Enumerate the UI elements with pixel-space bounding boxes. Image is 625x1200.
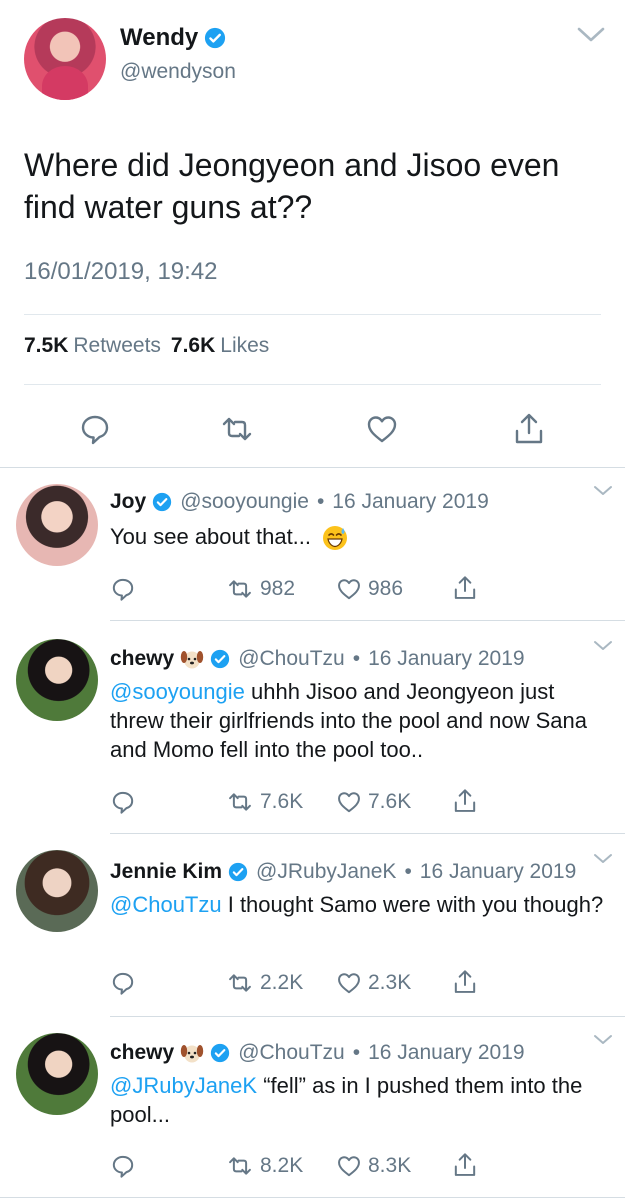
like-icon: [338, 973, 360, 994]
retweet-icon[interactable]: [220, 412, 254, 446]
chevron-down-icon[interactable]: [592, 639, 614, 653]
like-icon: [338, 792, 360, 813]
retweet-count: 2.2K: [260, 971, 304, 994]
likes-label: Likes: [220, 334, 270, 357]
tweet-text: Where did Jeongyeon and Jisoo even find …: [24, 147, 560, 225]
reply-date[interactable]: 16 January 2019: [368, 647, 524, 671]
retweet-action[interactable]: 2.2K: [226, 970, 303, 996]
tweet-timestamp[interactable]: 16/01/2019, 19:42: [24, 258, 218, 286]
reply-date[interactable]: 16 January 2019: [332, 490, 488, 514]
tweet-stats: 7.5K Retweets 7.6K Likes: [24, 334, 269, 358]
author-name[interactable]: Wendy: [120, 24, 198, 52]
sweat-smile-emoji: [323, 526, 348, 551]
avatar[interactable]: [16, 1033, 98, 1115]
retweets-count: 7.5K: [24, 334, 69, 357]
mention-link[interactable]: @sooyoungie: [110, 679, 245, 704]
reply-text: You see about that...: [110, 522, 610, 552]
author-handle[interactable]: @wendyson: [120, 60, 236, 84]
reply-text: @JRubyJaneK “fell” as in I pushed them i…: [110, 1071, 610, 1129]
divider: [24, 314, 601, 315]
chevron-down-icon[interactable]: [592, 852, 614, 866]
likes-count: 7.6K: [170, 334, 216, 357]
retweet-icon: [229, 974, 251, 992]
like-icon: [338, 579, 360, 600]
like-icon[interactable]: [365, 412, 399, 446]
share-icon[interactable]: [452, 1151, 478, 1179]
dog-face-emoji: [181, 651, 204, 669]
verified-badge-icon: [153, 492, 172, 512]
reply-text: @sooyoungie uhhh Jisoo and Jeongyeon jus…: [110, 677, 610, 764]
retweet-count: 982: [260, 577, 296, 600]
avatar[interactable]: [16, 639, 98, 721]
reply-icon[interactable]: [110, 1153, 136, 1179]
chevron-down-icon[interactable]: [592, 1033, 614, 1047]
retweet-action[interactable]: 8.2K: [226, 1153, 303, 1179]
meta-separator: •: [404, 860, 412, 883]
reply-tweet[interactable]: chewy @ChouTzu • 16 January 2019 @JRubyJ…: [0, 1017, 625, 1200]
retweet-icon: [229, 580, 251, 598]
reply-text-content: I thought Samo were with you though?: [221, 892, 604, 917]
like-count: 7.6K: [368, 790, 412, 813]
like-count: 8.3K: [368, 1154, 412, 1177]
mention-link[interactable]: @JRubyJaneK: [110, 1073, 257, 1098]
reply-author-handle[interactable]: @sooyoungie: [180, 490, 309, 514]
retweets-label: Retweets: [73, 334, 161, 357]
share-icon[interactable]: [452, 787, 478, 815]
reply-tweet[interactable]: Joy @sooyoungie • 16 January 2019 You se…: [0, 468, 625, 620]
retweets-stat[interactable]: 7.5K Retweets: [24, 334, 161, 358]
verified-badge-icon: [228, 862, 248, 882]
main-tweet: Wendy @wendyson Where did Jeongyeon and …: [0, 0, 625, 468]
chevron-down-icon[interactable]: [592, 484, 614, 498]
reply-date[interactable]: 16 January 2019: [420, 860, 576, 884]
reply-tweet[interactable]: chewy @ChouTzu • 16 January 2019 @sooyou…: [0, 621, 625, 833]
retweet-icon: [229, 793, 251, 811]
reply-icon[interactable]: [110, 576, 136, 602]
verified-badge-icon: [211, 649, 230, 669]
retweet-count: 7.6K: [260, 790, 304, 813]
like-action[interactable]: 8.3K: [336, 1153, 411, 1179]
retweet-icon: [229, 1157, 251, 1175]
avatar[interactable]: [24, 18, 106, 100]
dog-face-emoji: [181, 1045, 204, 1063]
reply-author-name[interactable]: Joy: [110, 490, 146, 514]
reply-icon[interactable]: [110, 789, 136, 815]
verified-badge-icon: [205, 27, 226, 49]
reply-author-handle[interactable]: @ChouTzu: [238, 1041, 345, 1065]
verified-badge-icon: [211, 1043, 230, 1063]
reply-author-name[interactable]: Jennie Kim: [110, 860, 222, 884]
share-icon[interactable]: [452, 574, 478, 602]
reply-text: @ChouTzu I thought Samo were with you th…: [110, 890, 610, 919]
like-action[interactable]: 7.6K: [336, 789, 411, 815]
retweet-action[interactable]: 7.6K: [226, 789, 303, 815]
mention-link[interactable]: @ChouTzu: [110, 892, 222, 917]
avatar[interactable]: [16, 850, 98, 932]
retweet-action[interactable]: 982: [226, 576, 295, 602]
reply-icon[interactable]: [110, 970, 136, 996]
like-icon: [338, 1156, 360, 1177]
reply-date[interactable]: 16 January 2019: [368, 1041, 524, 1065]
divider: [24, 384, 601, 385]
share-icon[interactable]: [512, 412, 546, 446]
like-count: 986: [368, 577, 404, 600]
retweet-count: 8.2K: [260, 1154, 304, 1177]
reply-text-content: You see about that...: [110, 524, 312, 549]
likes-stat[interactable]: 7.6K Likes: [171, 334, 269, 358]
avatar[interactable]: [16, 484, 98, 566]
share-icon[interactable]: [452, 968, 478, 996]
divider: [0, 1197, 625, 1198]
reply-icon[interactable]: [78, 412, 112, 446]
meta-separator: •: [316, 490, 325, 513]
like-action[interactable]: 2.3K: [336, 970, 411, 996]
reply-author-name[interactable]: chewy: [110, 647, 174, 671]
like-action[interactable]: 986: [336, 576, 403, 602]
reply-author-handle[interactable]: @JRubyJaneK: [256, 860, 396, 884]
reply-author-name[interactable]: chewy: [110, 1041, 174, 1065]
like-count: 2.3K: [368, 971, 412, 994]
meta-separator: •: [352, 647, 361, 670]
chevron-down-icon[interactable]: [574, 24, 608, 46]
meta-separator: •: [352, 1041, 361, 1064]
reply-author-handle[interactable]: @ChouTzu: [238, 647, 345, 671]
reply-tweet[interactable]: Jennie Kim @JRubyJaneK • 16 January 2019…: [0, 834, 625, 1016]
